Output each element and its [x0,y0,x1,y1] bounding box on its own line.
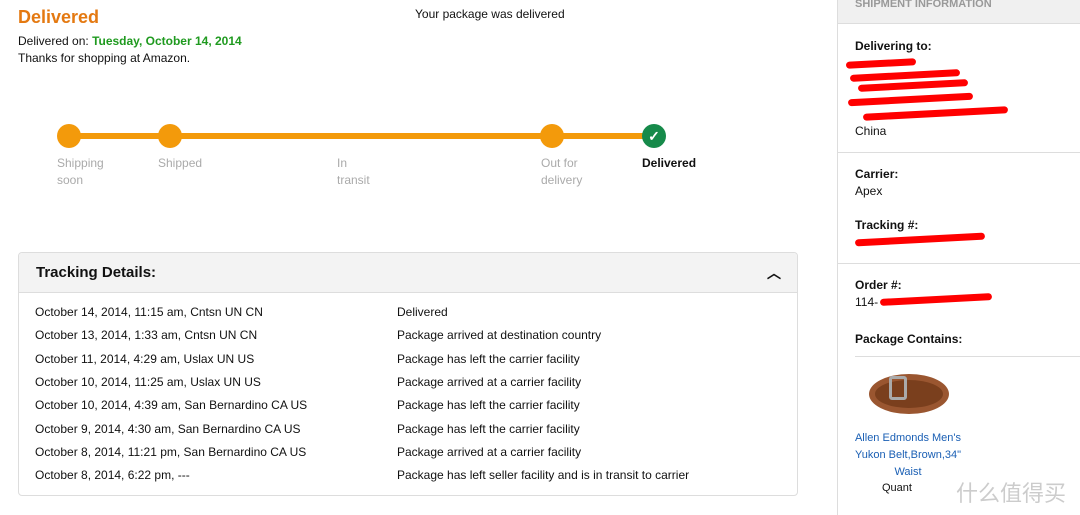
delivery-date: Tuesday, October 14, 2014 [92,34,242,48]
divider [855,356,1080,357]
redaction [854,232,986,247]
event-status: Package arrived at a carrier facility [397,444,582,459]
address-country: China [855,124,887,138]
event-time-location: October 10, 2014, 4:39 am, San Bernardin… [35,398,308,413]
event-time-location: October 14, 2014, 11:15 am, Cntsn UN CN [35,305,263,319]
redaction [847,92,974,107]
event-status: Package arrived at a carrier facility [397,374,582,389]
tracking-title: Tracking Details: [36,264,157,281]
event-status: Package has left the carrier facility [397,398,580,413]
step-dot [57,124,81,148]
redaction [857,79,969,92]
event-status: Package has left the carrier facility [397,421,580,436]
step-dot [540,124,564,148]
event-status: Package has left seller facility and is … [397,468,690,483]
delivering-label: Delivering to: [855,39,932,53]
quantity-label: Quant [882,482,912,494]
step-label-current: Delivered [642,156,697,170]
event-time-location: October 11, 2014, 4:29 am, Uslax UN US [35,351,255,366]
event-time-location: October 8, 2014, 6:22 pm, --- [35,468,190,483]
sidebar-title: SHIPMENT INFORMATION [838,0,1080,24]
divider [838,263,1080,264]
order-label: Order #: [855,278,902,292]
package-contains-label: Package Contains: [855,332,963,346]
tracking-row: October 8, 2014, 11:21 pm, San Bernardin… [35,445,795,468]
event-time-location: October 13, 2014, 1:33 am, Cntsn UN CN [35,328,258,343]
divider [838,152,1080,153]
tracking-row: October 14, 2014, 11:15 am, Cntsn UN CN D… [35,305,795,328]
watermark: 什么值得买 [956,481,1067,506]
redaction [862,106,1009,121]
tracking-row: October 13, 2014, 1:33 am, Cntsn UN CN Pa… [35,328,795,351]
delivered-on: Delivered on: Tuesday, October 14, 2014 [18,34,242,48]
event-status: Delivered [397,305,448,319]
delivered-on-label: Delivered on: [18,34,89,48]
tracking-row: October 10, 2014, 11:25 am, Uslax UN US P… [35,375,795,398]
tracking-details-header[interactable]: Tracking Details: ︿ [19,253,797,293]
step-label: In transit [337,156,370,187]
thanks-message: Thanks for shopping at Amazon. [18,51,191,65]
product-image[interactable] [865,368,953,422]
progress-track [69,133,654,139]
tracking-row: October 8, 2014, 6:22 pm, --- Package has… [35,468,795,491]
event-time-location: October 10, 2014, 11:25 am, Uslax UN US [35,374,261,389]
event-status: Package arrived at destination country [397,328,602,343]
step-label: Shipped [158,156,203,170]
step-label: Out for delivery [541,156,583,187]
shipment-sidebar: SHIPMENT INFORMATION Delivering to: Chin… [837,0,1080,515]
event-status: Package has left the carrier facility [397,351,580,366]
step-dot [158,124,182,148]
product-link[interactable]: Allen Edmonds Men's Yukon Belt,Brown,34"… [852,430,964,481]
carrier-value: Apex [855,184,883,198]
redaction [879,293,993,306]
tracking-row: October 10, 2014, 4:39 am, San Bernardin… [35,398,795,421]
status-text: Your package was delivered [415,7,565,21]
tracking-row: October 11, 2014, 4:29 am, Uslax UN US Pa… [35,352,795,375]
tracking-label: Tracking #: [855,218,919,232]
redaction [845,58,917,69]
event-time-location: October 8, 2014, 11:21 pm, San Bernardin… [35,444,307,459]
step-label: Shipping soon [57,156,104,187]
event-time-location: October 9, 2014, 4:30 am, San Bernardino… [35,421,301,436]
carrier-label: Carrier: [855,167,899,181]
chevron-up-icon[interactable]: ︿ [767,263,781,283]
tracking-row: October 9, 2014, 4:30 am, San Bernardino… [35,422,795,445]
check-icon: ✓ [642,124,666,148]
order-value: 114- [855,295,879,309]
tracking-details-panel: Tracking Details: ︿ October 14, 2014, 11:… [18,252,798,496]
page-title: Delivered [18,7,100,27]
